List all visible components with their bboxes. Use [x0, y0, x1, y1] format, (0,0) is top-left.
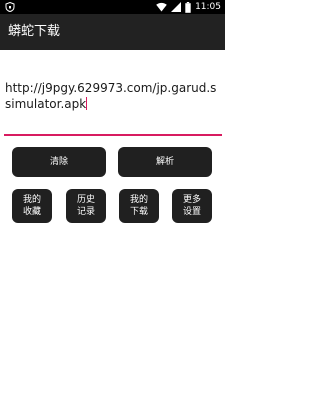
status-time: 11:05 — [195, 2, 221, 12]
url-input-value: http://j9pgy.629973.com/jp.garud.ssimula… — [5, 81, 217, 111]
text-cursor — [86, 97, 88, 110]
app-title: 蟒蛇下载 — [8, 24, 61, 39]
history-button[interactable]: 历史记录 — [66, 189, 106, 223]
wifi-icon — [156, 2, 167, 12]
downloads-button[interactable]: 我的下载 — [119, 189, 159, 223]
url-input[interactable]: http://j9pgy.629973.com/jp.garud.ssimula… — [5, 80, 220, 112]
clear-button[interactable]: 清除 — [12, 147, 106, 177]
url-input-underline — [4, 134, 222, 136]
app-bar: 蟒蛇下载 — [0, 14, 225, 50]
status-bar: 11:05 — [0, 0, 225, 14]
signal-icon — [171, 2, 182, 12]
more-settings-button[interactable]: 更多设置 — [172, 189, 212, 223]
shield-icon — [5, 2, 15, 12]
favorites-button[interactable]: 我的收藏 — [12, 189, 52, 223]
parse-button[interactable]: 解析 — [118, 147, 212, 177]
battery-icon — [185, 1, 191, 13]
